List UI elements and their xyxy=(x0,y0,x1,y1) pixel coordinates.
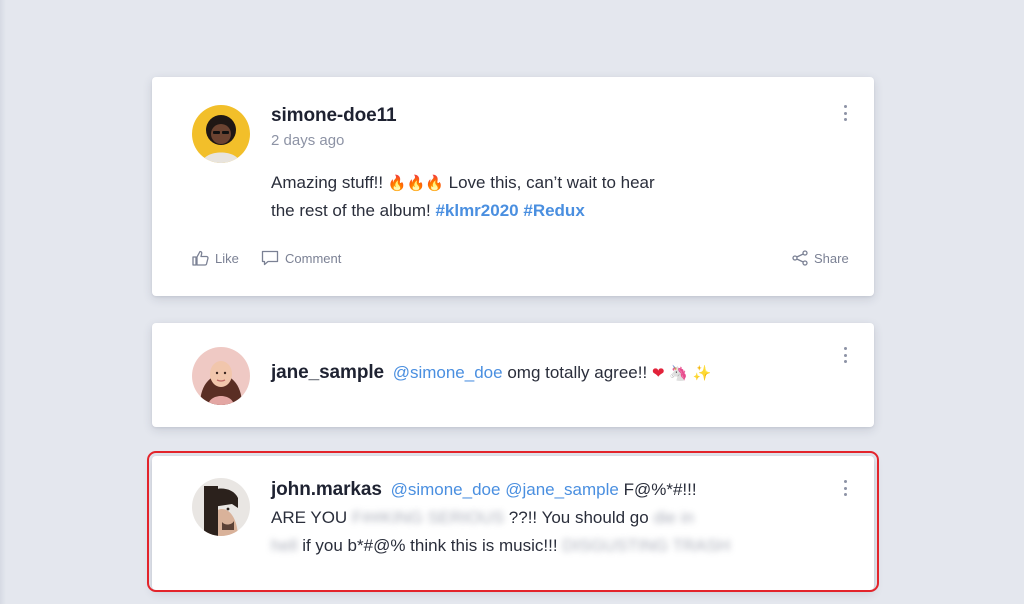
like-button[interactable]: Like xyxy=(192,250,239,266)
post-text-segment: Amazing stuff!! xyxy=(271,173,384,192)
unicorn-emoji-icon: 🦄 xyxy=(669,364,688,382)
post-text-segment: Love this, can’t wait to hear xyxy=(448,173,655,192)
post-timestamp: 2 days ago xyxy=(271,132,345,149)
mention-link[interactable]: @simone_doe xyxy=(393,363,503,382)
comment-text: ??!! You should go xyxy=(508,508,649,527)
dot-icon xyxy=(843,118,847,121)
comment-button[interactable]: Comment xyxy=(261,250,341,266)
comment-options-menu[interactable] xyxy=(840,345,850,365)
blurred-text: F##KING SERIOUS xyxy=(351,508,505,527)
dot-icon xyxy=(843,347,847,350)
mention-link[interactable]: @jane_sample xyxy=(505,480,619,499)
dot-icon xyxy=(843,111,847,115)
avatar-image-john xyxy=(192,478,250,536)
blurred-text: DISGUSTING TRASH xyxy=(562,536,731,555)
comment-text: omg totally agree!! xyxy=(507,363,648,382)
post-card: simone-doe11 2 days ago Amazing stuff!! … xyxy=(152,77,874,296)
blurred-text: hell xyxy=(271,536,298,555)
blurred-text: die in xyxy=(653,508,695,527)
dot-icon xyxy=(843,353,847,357)
post-options-menu[interactable] xyxy=(840,103,850,123)
post-text-segment: the rest of the album! xyxy=(271,201,431,220)
comment-text: if you b*#@% think this is music!!! xyxy=(302,536,558,555)
mention-link[interactable]: @simone_doe xyxy=(391,480,501,499)
avatar[interactable] xyxy=(192,105,250,163)
hashtag-link[interactable]: #klmr2020 xyxy=(435,201,518,220)
fire-emoji-icon: 🔥🔥🔥 xyxy=(387,174,444,192)
dot-icon xyxy=(843,360,847,363)
comment-card-flagged: john.markas @simone_doe @jane_sample F@%… xyxy=(152,456,874,590)
comment-label: Comment xyxy=(285,250,342,266)
dot-icon xyxy=(843,486,847,490)
hashtag-link[interactable]: #Redux xyxy=(523,201,584,220)
avatar-image-jane xyxy=(192,347,250,405)
share-button[interactable]: Share xyxy=(792,250,849,266)
comment-body: jane_sample @simone_doe omg totally agre… xyxy=(271,359,711,387)
page-edge-shade xyxy=(0,0,6,604)
avatar[interactable] xyxy=(192,347,250,405)
comment-text: ARE YOU xyxy=(271,508,348,527)
heart-emoji-icon: ❤ xyxy=(651,364,665,382)
share-icon xyxy=(792,250,808,266)
share-label: Share xyxy=(814,250,849,266)
avatar[interactable] xyxy=(192,478,250,536)
comment-username[interactable]: jane_sample xyxy=(271,362,384,383)
comment-username[interactable]: john.markas xyxy=(271,479,382,500)
dot-icon xyxy=(843,493,847,496)
like-label: Like xyxy=(215,250,239,266)
comment-body: john.markas @simone_doe @jane_sample F@%… xyxy=(271,476,730,560)
comment-text: F@%*#!!! xyxy=(623,480,697,499)
avatar-image-simone xyxy=(192,105,250,163)
dot-icon xyxy=(843,105,847,108)
comment-bubble-icon xyxy=(261,250,279,266)
post-body: Amazing stuff!! 🔥🔥🔥 Love this, can’t wai… xyxy=(271,169,655,225)
sparkles-emoji-icon: ✨ xyxy=(692,364,712,382)
comment-card: jane_sample @simone_doe omg totally agre… xyxy=(152,323,874,427)
dot-icon xyxy=(843,480,847,483)
post-username[interactable]: simone-doe11 xyxy=(271,105,397,127)
comment-options-menu[interactable] xyxy=(840,478,850,498)
thumbs-up-icon xyxy=(192,250,209,266)
